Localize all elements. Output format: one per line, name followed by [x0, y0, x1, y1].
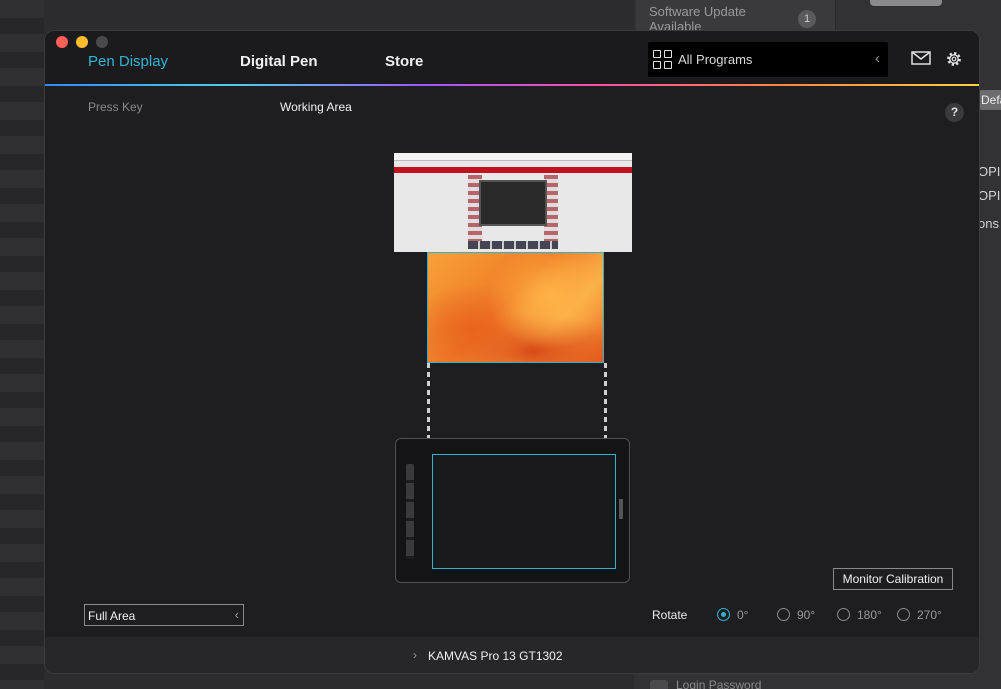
tab-pen-display[interactable]: Pen Display [88, 53, 168, 70]
background-top-button [870, 0, 942, 6]
pen-display-device-image [395, 438, 630, 583]
rotate-90-radio[interactable] [777, 608, 790, 621]
background-text: OPI [978, 164, 1001, 179]
program-select[interactable]: All Programs ‹ [648, 42, 888, 77]
mapping-line-right [604, 363, 607, 438]
zoom-button[interactable] [96, 36, 108, 48]
monitor-calibration-button[interactable]: Monitor Calibration [833, 568, 953, 590]
device-footer[interactable]: › KAMVAS Pro 13 GT1302 [45, 637, 979, 673]
monitor-2-preview[interactable] [427, 252, 604, 363]
subtab-working-area[interactable]: Working Area [280, 100, 352, 114]
express-keys [406, 464, 414, 559]
mail-icon[interactable] [911, 50, 931, 66]
area-select-value: Full Area [88, 609, 136, 623]
close-button[interactable] [56, 36, 68, 48]
accent-divider [45, 84, 979, 86]
background-text: ons [978, 216, 999, 231]
chevron-right-icon: › [413, 648, 417, 662]
background-text: OPI [978, 188, 1001, 203]
subtab-press-key[interactable]: Press Key [88, 100, 143, 114]
mapping-line-left [427, 363, 430, 438]
rotate-270-radio[interactable] [897, 608, 910, 621]
chevron-left-icon: ‹ [234, 607, 239, 622]
brand-mark [619, 499, 623, 519]
device-name: KAMVAS Pro 13 GT1302 [428, 649, 563, 663]
background-default-button: Defa [978, 90, 1001, 110]
minimize-button[interactable] [76, 36, 88, 48]
rotate-0-radio[interactable] [717, 608, 730, 621]
tablet-active-area [432, 454, 616, 569]
rotate-90-label: 90° [797, 608, 816, 622]
tab-store[interactable]: Store [385, 53, 423, 70]
gear-icon[interactable] [945, 50, 963, 68]
rotate-180-label: 180° [857, 608, 882, 622]
rotate-270-label: 270° [917, 608, 942, 622]
program-select-value: All Programs [678, 52, 753, 67]
rotate-label: Rotate [652, 608, 688, 622]
background-app-list [0, 0, 44, 689]
area-select[interactable]: Full Area ‹ [84, 604, 244, 626]
tab-digital-pen[interactable]: Digital Pen [240, 53, 318, 70]
rotate-0-label: 0° [737, 608, 749, 622]
tablet-driver-window: Pen Display Digital Pen Store All Progra… [44, 30, 980, 674]
chevron-left-icon: ‹ [875, 50, 880, 67]
monitor-1-preview[interactable] [394, 153, 632, 252]
rotate-180-radio[interactable] [837, 608, 850, 621]
grid-icon [653, 50, 673, 70]
help-button[interactable]: ? [945, 103, 964, 122]
background-login-row: Login Password [650, 678, 770, 689]
titlebar: Pen Display Digital Pen Store All Progra… [45, 31, 979, 85]
background-update-badge: 1 [798, 10, 816, 28]
